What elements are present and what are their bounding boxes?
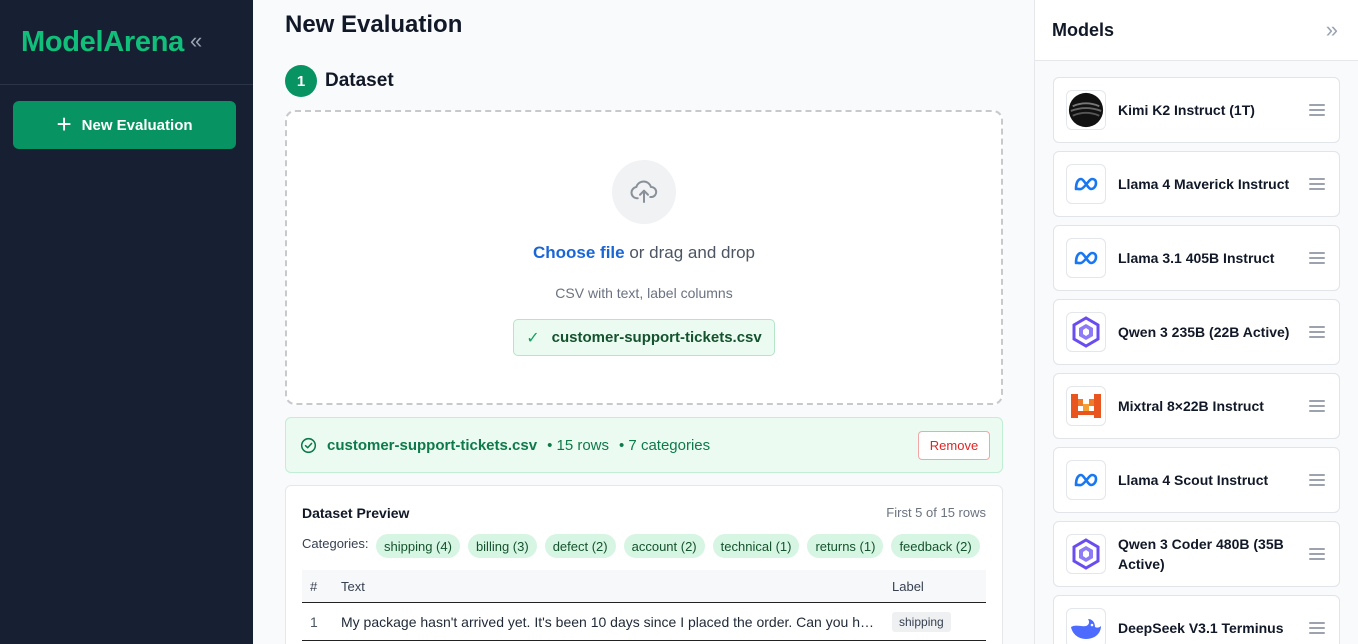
model-card[interactable]: Llama 3.1 405B Instruct — [1053, 225, 1340, 291]
model-name: Llama 4 Scout Instruct — [1118, 472, 1269, 488]
kimi-logo-icon — [1066, 90, 1106, 130]
new-evaluation-label: New Evaluation — [81, 116, 193, 134]
sidebar: ModelArena « + New Evaluation — [0, 0, 253, 644]
drag-handle-icon[interactable] — [1309, 622, 1325, 634]
drag-handle-icon[interactable] — [1309, 400, 1325, 412]
drag-handle-icon[interactable] — [1309, 474, 1325, 486]
qwen-logo-icon — [1066, 534, 1106, 574]
step-number-badge: 1 — [285, 65, 317, 97]
collapse-panel-icon[interactable]: » — [1326, 17, 1338, 43]
model-name: Qwen 3 235B (22B Active) — [1118, 324, 1290, 340]
row-label-badge: shipping — [892, 612, 951, 632]
model-card[interactable]: Kimi K2 Instruct (1T) — [1053, 77, 1340, 143]
loaded-file-name: customer-support-tickets.csv — [327, 436, 538, 454]
selected-file-chip: ✓ customer-support-tickets.csv — [513, 319, 775, 356]
table-row: 1 My package hasn't arrived yet. It's be… — [302, 603, 986, 641]
category-chip: billing (3) — [467, 534, 537, 558]
model-card[interactable]: Llama 4 Scout Instruct — [1053, 447, 1340, 513]
meta-logo-icon — [1066, 164, 1106, 204]
category-chip: technical (1) — [712, 534, 800, 558]
drag-handle-icon[interactable] — [1309, 178, 1325, 190]
model-name: Kimi K2 Instruct (1T) — [1118, 102, 1255, 118]
category-chip: feedback (2) — [891, 534, 980, 558]
model-name: Qwen 3 Coder 480B (35B Active) — [1118, 536, 1284, 572]
model-card[interactable]: Mixtral 8×22B Instruct — [1053, 373, 1340, 439]
category-chip: returns (1) — [807, 534, 884, 558]
brand-logo: ModelArena — [21, 25, 184, 58]
qwen-logo-icon — [1066, 312, 1106, 352]
upload-cloud-icon — [612, 160, 676, 224]
model-card[interactable]: Qwen 3 235B (22B Active) — [1053, 299, 1340, 365]
model-name: Llama 4 Maverick Instruct — [1118, 176, 1290, 192]
file-format-hint: CSV with text, label columns — [555, 285, 733, 301]
choose-file-line: Choose file or drag and drop — [287, 243, 1001, 263]
drag-handle-icon[interactable] — [1309, 548, 1325, 560]
models-panel: Models » Kimi K2 Instruct (1T) Llama 4 M… — [1034, 0, 1358, 644]
categories-label: Categories: — [302, 536, 369, 551]
meta-logo-icon — [1066, 238, 1106, 278]
meta-logo-icon — [1066, 460, 1106, 500]
model-name: DeepSeek V3.1 Terminus — [1118, 620, 1284, 636]
mistral-logo-icon — [1066, 386, 1106, 426]
plus-icon: + — [56, 108, 72, 139]
row-text: My package hasn't arrived yet. It's been… — [341, 614, 876, 630]
remove-file-button[interactable]: Remove — [918, 431, 990, 460]
deepseek-logo-icon — [1066, 608, 1106, 644]
column-header-text: Text — [341, 579, 365, 594]
model-name: Mixtral 8×22B Instruct — [1118, 398, 1264, 414]
column-header-number: # — [310, 579, 318, 594]
model-card[interactable]: DeepSeek V3.1 Terminus — [1053, 595, 1340, 644]
page-title: New Evaluation — [285, 11, 463, 38]
preview-table-header: # Text Label — [302, 570, 986, 603]
preview-title: Dataset Preview — [302, 505, 410, 521]
category-chip: shipping (4) — [376, 534, 460, 558]
row-count: • 15 rows — [547, 436, 610, 454]
selected-file-name: customer-support-tickets.csv — [551, 329, 762, 346]
new-evaluation-button[interactable]: + New Evaluation — [13, 101, 236, 149]
row-number: 1 — [310, 614, 318, 630]
models-header: Models » — [1035, 0, 1358, 61]
column-header-label: Label — [892, 579, 924, 594]
drag-handle-icon[interactable] — [1309, 326, 1325, 338]
check-circle-icon — [300, 437, 317, 453]
category-chip: defect (2) — [544, 534, 616, 558]
model-card[interactable]: Qwen 3 Coder 480B (35B Active) — [1053, 521, 1340, 587]
preview-row-count: First 5 of 15 rows — [886, 505, 986, 520]
main-content: New Evaluation 1 Dataset Choose file or … — [253, 0, 1034, 644]
model-card[interactable]: Llama 4 Maverick Instruct — [1053, 151, 1340, 217]
drag-handle-icon[interactable] — [1309, 104, 1325, 116]
drag-handle-icon[interactable] — [1309, 252, 1325, 264]
model-name: Llama 3.1 405B Instruct — [1118, 250, 1275, 266]
drag-drop-text: or drag and drop — [624, 243, 756, 262]
category-chips: shipping (4) billing (3) defect (2) acco… — [376, 534, 988, 558]
dataset-loaded-banner: customer-support-tickets.csv • 15 rows •… — [285, 417, 1003, 473]
file-dropzone[interactable]: Choose file or drag and drop CSV with te… — [285, 110, 1003, 405]
choose-file-link[interactable]: Choose file — [533, 243, 625, 262]
brand-row: ModelArena « — [0, 0, 253, 85]
step-title: Dataset — [325, 70, 394, 91]
category-count: • 7 categories — [619, 436, 711, 454]
collapse-sidebar-icon[interactable]: « — [190, 30, 202, 52]
dataset-preview-card: Dataset Preview First 5 of 15 rows Categ… — [285, 485, 1003, 644]
models-title: Models — [1052, 20, 1115, 40]
category-chip: account (2) — [623, 534, 705, 558]
check-icon: ✓ — [526, 329, 540, 347]
